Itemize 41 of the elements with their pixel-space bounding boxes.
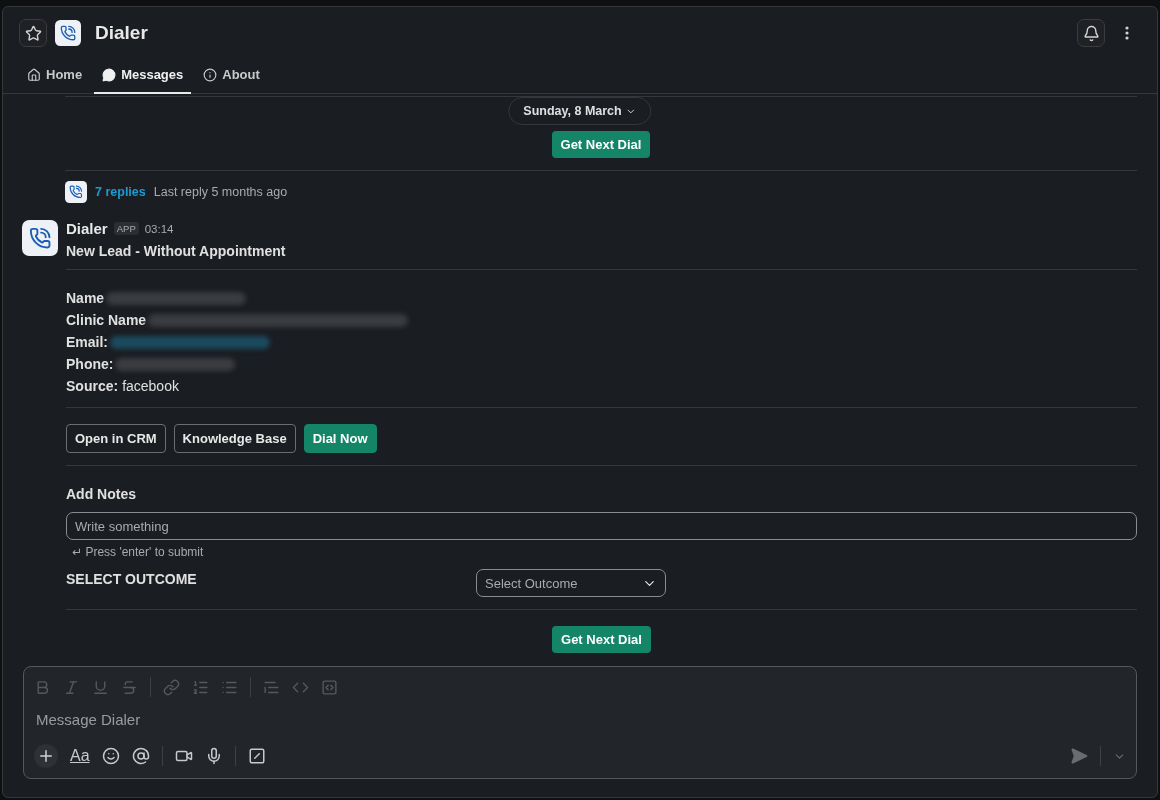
app-logo [55, 20, 81, 46]
action-button[interactable]: Knowledge Base [173, 424, 296, 453]
formatting-toggle[interactable]: Aa [70, 747, 90, 765]
message-time: 03:14 [144, 222, 174, 235]
field-value: facebook [122, 378, 179, 394]
bell-icon [1082, 24, 1100, 42]
replies-link[interactable]: 7 replies [95, 185, 146, 199]
app-badge: APP [113, 222, 139, 235]
tab[interactable]: Home [19, 59, 91, 94]
star-icon [24, 24, 42, 42]
date-divider[interactable]: Sunday, 8 March [508, 97, 652, 125]
app-logo [65, 181, 87, 203]
outcome-select[interactable]: Select Outcome [476, 569, 666, 597]
channel-title: Dialer [95, 22, 148, 44]
home-icon [27, 67, 41, 82]
field-label: Name [66, 290, 105, 306]
message-heading: New Lead - Without Appointment [66, 243, 287, 259]
tab[interactable]: About [195, 59, 268, 94]
get-next-dial-button[interactable]: Get Next Dial [552, 626, 651, 653]
tab[interactable]: Messages [94, 59, 192, 94]
info-icon [203, 67, 218, 82]
app-logo [22, 220, 58, 256]
plus-icon[interactable] [34, 744, 58, 768]
last-reply-text: Last reply 5 months ago [153, 185, 288, 199]
field-label: Clinic Name [66, 312, 147, 328]
field-label: Email: [66, 334, 108, 350]
notes-input-field[interactable]: Write something [66, 512, 1137, 540]
notifications-button[interactable] [1077, 19, 1105, 47]
notes-title: Add Notes [66, 485, 137, 504]
more-icon [1125, 26, 1129, 40]
outcome-label: SELECT OUTCOME [66, 571, 198, 587]
field-label: Phone: [66, 356, 114, 372]
message-input-field[interactable]: Message Dialer Aa [23, 666, 1137, 779]
submit-hint: ↵ Press 'enter' to submit [71, 544, 205, 559]
star-button[interactable] [19, 19, 47, 47]
field-label: Source: [66, 378, 119, 394]
action-button[interactable]: Dial Now [303, 424, 377, 453]
get-next-dial-button[interactable]: Get Next Dial [551, 131, 651, 158]
chat-bubble-icon [102, 67, 117, 82]
action-button[interactable]: Open in CRM [66, 424, 166, 453]
sender-name[interactable]: Dialer [66, 220, 108, 237]
